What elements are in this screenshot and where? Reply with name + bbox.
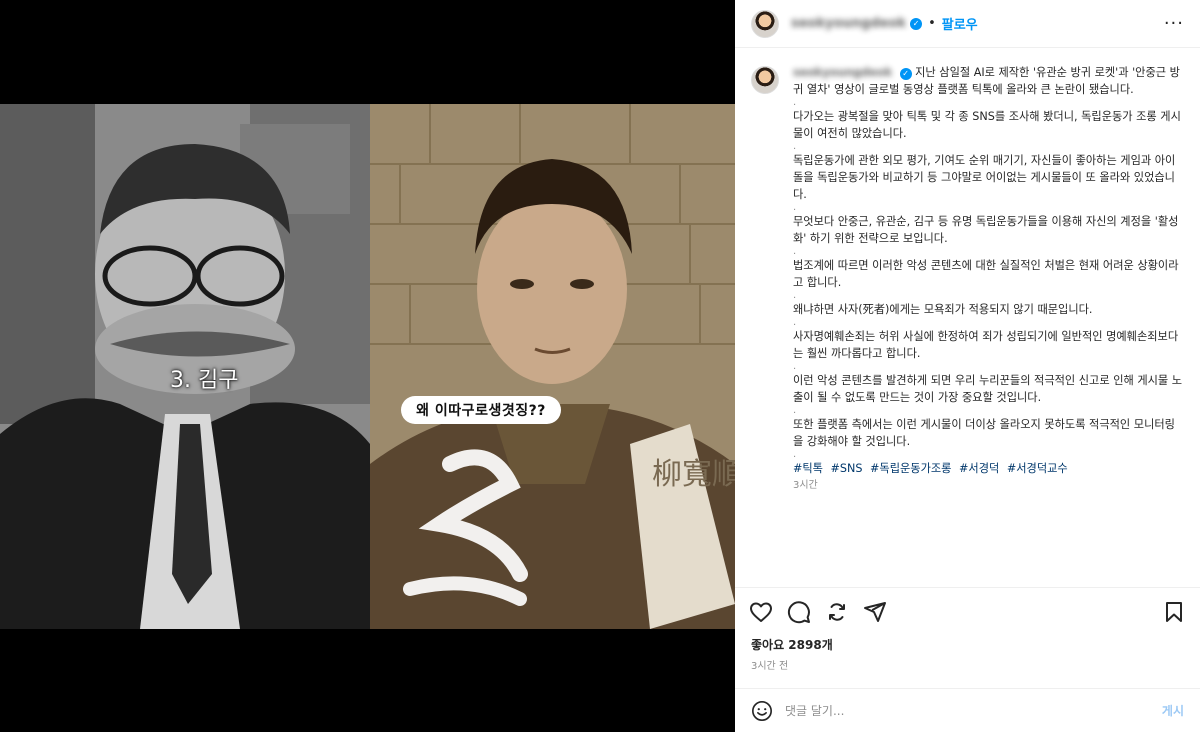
bookmark-icon[interactable] (1162, 600, 1186, 624)
repost-icon[interactable] (825, 600, 849, 624)
post-comment-button[interactable]: 게시 (1162, 702, 1184, 719)
caption-text-4: 법조계에 따르면 이러한 악성 콘텐츠에 대한 실질적인 처벌은 현재 어려운 … (793, 259, 1179, 289)
separator-dot: • (928, 16, 936, 31)
post-header: seokyoungdeok ✓ • 팔로우 ··· (735, 0, 1200, 48)
caption-verified-icon: ✓ (899, 68, 912, 80)
instagram-post: 柳寬順 3. 김구 왜 이따구로생겻징?? seokyoungdeok ✓ • … (0, 0, 1200, 732)
caption-text-6: 사자명예훼손죄는 허위 사실에 한정하여 죄가 성립되기에 일반적인 명예훼손죄… (793, 330, 1179, 360)
action-bar (735, 588, 1200, 636)
caption-separator: . (793, 97, 797, 108)
caption-separator: . (793, 202, 797, 213)
caption-separator: . (793, 246, 797, 257)
hashtag-link[interactable]: #서경덕 (959, 462, 999, 475)
follow-button[interactable]: 팔로우 (942, 14, 978, 33)
caption-separator: . (793, 361, 797, 372)
caption-paragraph: seokyoungdeok ✓ 지난 삼일절 AI로 제작한 '유관순 방귀 로… (793, 64, 1184, 98)
caption-text-3: 무엇보다 안중근, 유관순, 김구 등 유명 독립운동가들을 이용해 자신의 계… (793, 215, 1179, 245)
share-icon[interactable] (863, 600, 887, 624)
image-caption-name: 3. 김구 (170, 368, 239, 393)
author-username[interactable]: seokyoungdeok (791, 16, 906, 31)
caption-text-7: 이런 악성 콘텐츠를 발견하게 되면 우리 누리꾼들의 적극적인 신고로 인해 … (793, 374, 1183, 404)
caption-text-1: 다가오는 광복절을 맞아 틱톡 및 각 종 SNS를 조사해 봤더니, 독립운동… (793, 110, 1181, 140)
verified-badge-icon: ✓ (910, 17, 923, 30)
comment-icon[interactable] (787, 600, 811, 624)
hashtag-link[interactable]: #틱톡 (793, 462, 823, 475)
comment-bar: 게시 (735, 688, 1200, 732)
speech-bubble: 왜 이따구로생겻징?? (401, 396, 561, 424)
post-media[interactable]: 柳寬順 3. 김구 왜 이따구로생겻징?? (0, 0, 735, 732)
caption-separator: . (793, 141, 797, 152)
emoji-icon[interactable] (751, 700, 773, 722)
caption-text-5: 왜냐하면 사자(死者)에게는 모욕죄가 적용되지 않기 때문입니다. (793, 303, 1093, 316)
sash-text: 柳寬順 (652, 457, 735, 492)
caption-time-ago[interactable]: 3시간 (793, 477, 1184, 494)
post-timestamp[interactable]: 3시간 전 (735, 653, 1200, 672)
more-horizontal-icon[interactable]: ··· (1164, 13, 1184, 34)
caption-text-8: 또한 플랫폼 측에서는 이런 게시물이 더이상 올라오지 못하도록 적극적인 모… (793, 418, 1175, 448)
caption-username[interactable]: seokyoungdeok (793, 66, 892, 79)
comment-input[interactable] (785, 703, 1162, 718)
caption-text-2: 독립운동가에 관한 외모 평가, 기여도 순위 매기기, 자신들이 좋아하는 게… (793, 154, 1176, 201)
caption-separator: . (793, 317, 797, 328)
caption-separator: . (793, 290, 797, 301)
hashtag-link[interactable]: #SNS (831, 462, 863, 475)
caption-separator: . (793, 405, 797, 416)
caption-area: seokyoungdeok ✓ 지난 삼일절 AI로 제작한 '유관순 방귀 로… (735, 48, 1200, 588)
post-side-panel: seokyoungdeok ✓ • 팔로우 ··· seokyoungdeok … (735, 0, 1200, 732)
hashtag-link[interactable]: #독립운동가조롱 (870, 462, 951, 475)
heart-icon[interactable] (749, 600, 773, 624)
caption-author-avatar[interactable] (751, 66, 779, 94)
hashtag-link[interactable]: #서경덕교수 (1007, 462, 1068, 475)
hashtag-list: #틱톡 #SNS #독립운동가조롱 #서경덕 #서경덕교수 (793, 460, 1184, 477)
portrait-right-illustration: 柳寬順 (370, 104, 735, 629)
caption-separator: . (793, 449, 797, 460)
author-avatar[interactable] (751, 9, 779, 38)
photo-right-yu-gwan-sun: 柳寬順 (370, 104, 735, 629)
caption-body: seokyoungdeok ✓ 지난 삼일절 AI로 제작한 '유관순 방귀 로… (793, 64, 1184, 587)
likes-count[interactable]: 좋아요 2898개 (735, 636, 1200, 653)
